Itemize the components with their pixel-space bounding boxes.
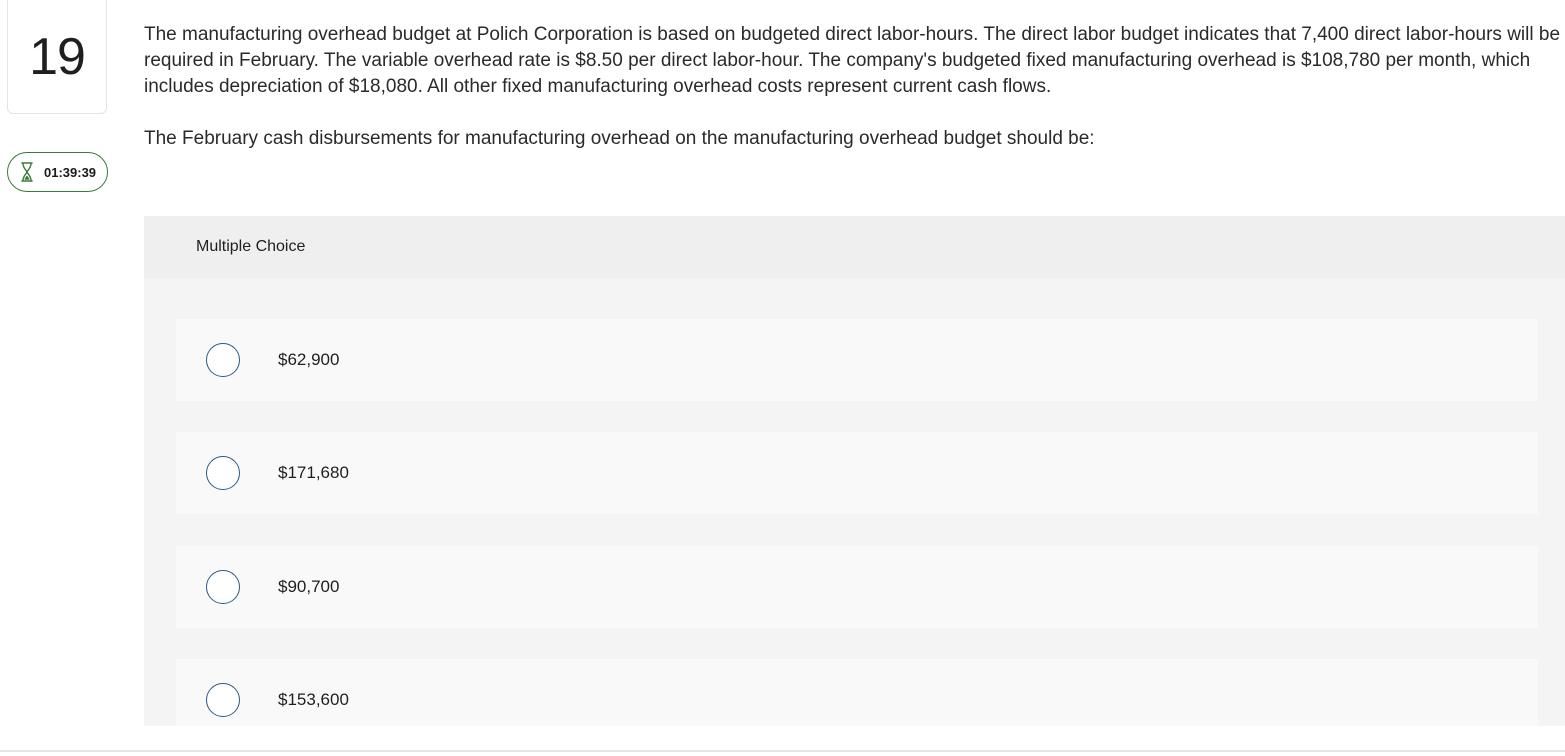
radio-button-icon[interactable]	[206, 683, 240, 717]
choice-label: $62,900	[278, 350, 340, 369]
multiple-choice-header: Multiple Choice	[144, 216, 1565, 278]
choices-list: $62,900 $171,680 $90,700 $153,600	[144, 278, 1565, 726]
question-number-box: 19	[7, 0, 107, 114]
timer-badge[interactable]: 01:39:39	[7, 152, 108, 192]
choice-label: $90,700	[278, 577, 340, 596]
choice-option-4[interactable]: $153,600	[176, 659, 1538, 726]
choice-label: $171,680	[278, 463, 349, 482]
choice-option-2[interactable]: $171,680	[176, 432, 1538, 514]
choice-option-1[interactable]: $62,900	[176, 319, 1538, 401]
question-stem: The manufacturing overhead budget at Pol…	[144, 24, 1561, 97]
timer-value: 01:39:39	[44, 164, 97, 180]
radio-button-icon[interactable]	[206, 343, 240, 377]
question-page: 19 01:39:39 The manufacturing overhead b…	[0, 0, 1565, 756]
question-prompt: The February cash disbursements for manu…	[144, 128, 1095, 149]
hourglass-icon	[21, 162, 33, 182]
multiple-choice-panel: Multiple Choice $62,900 $171,680 $90,700…	[144, 216, 1565, 726]
radio-button-icon[interactable]	[206, 570, 240, 604]
question-number: 19	[29, 27, 86, 86]
bottom-divider	[0, 750, 1565, 752]
radio-button-icon[interactable]	[206, 456, 240, 490]
choice-option-3[interactable]: $90,700	[176, 546, 1538, 628]
multiple-choice-title: Multiple Choice	[196, 238, 306, 255]
question-text-block: The manufacturing overhead budget at Pol…	[144, 22, 1562, 152]
choice-label: $153,600	[278, 690, 349, 709]
